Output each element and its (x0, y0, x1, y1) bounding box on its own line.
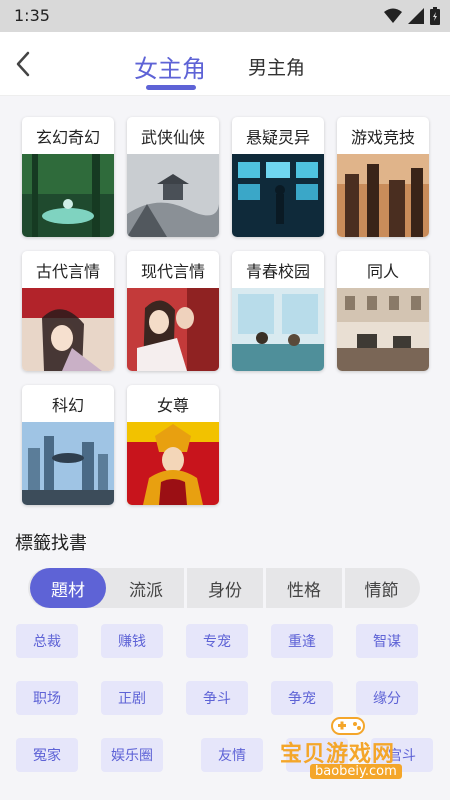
genre-card-label: 玄幻奇幻 (35, 127, 100, 147)
genre-card-label: 古代言情 (35, 261, 100, 281)
genre-card-image (22, 288, 114, 371)
genre-card-wuxia[interactable]: 武侠仙侠 (127, 117, 219, 237)
tag-chip[interactable]: 总裁 (16, 624, 78, 658)
genre-card-scifi[interactable]: 科幻 (22, 385, 114, 505)
genre-card-image (337, 288, 429, 371)
genre-card-image (22, 422, 114, 505)
filter-tab-personality[interactable]: 性格 (266, 568, 342, 608)
genre-card-label: 悬疑灵异 (245, 127, 310, 147)
genre-card-image (232, 154, 324, 237)
filter-tab-plot[interactable]: 情節 (345, 568, 418, 608)
genre-card-label: 科幻 (51, 395, 84, 415)
filter-tab-subject[interactable]: 題材 (30, 568, 106, 608)
status-bar: 1:35 (0, 0, 450, 32)
genre-card-label: 同人 (366, 261, 399, 281)
tag-chip[interactable]: 争宠 (271, 681, 333, 715)
filter-tab-school[interactable]: 流派 (108, 568, 184, 608)
status-icons (384, 7, 440, 25)
active-tab-indicator (146, 85, 196, 90)
genre-card-modern-romance[interactable]: 现代言情 (127, 251, 219, 371)
back-button[interactable] (8, 48, 38, 80)
tag-chip[interactable]: 冤家 (16, 738, 78, 772)
tab-male-lead[interactable]: 男主角 (248, 46, 305, 86)
genre-card-image (127, 288, 219, 371)
genre-card-fantasy[interactable]: 玄幻奇幻 (22, 117, 114, 237)
status-time: 1:35 (14, 6, 50, 25)
genre-card-label: 游戏竞技 (350, 127, 415, 147)
tab-female-lead[interactable]: 女主角 (134, 46, 206, 86)
tag-chip[interactable]: 缘分 (356, 681, 418, 715)
genre-card-label: 武侠仙侠 (140, 127, 205, 147)
genre-card-image (22, 154, 114, 237)
genre-card-image (127, 154, 219, 237)
wifi-icon (384, 8, 402, 23)
genre-card-label: 女尊 (156, 395, 189, 415)
genre-card-image (337, 154, 429, 237)
tag-chip[interactable]: 友情 (201, 738, 263, 772)
genre-card-gaming[interactable]: 游戏竞技 (337, 117, 429, 237)
tag-chip[interactable]: 职场 (16, 681, 78, 715)
genre-card-image (232, 288, 324, 371)
genre-card-matriarchy[interactable]: 女尊 (127, 385, 219, 505)
header: 女主角 男主角 (0, 32, 450, 96)
tag-chip[interactable]: 智谋 (356, 624, 418, 658)
genre-card-label: 青春校园 (245, 261, 310, 281)
genre-card-campus[interactable]: 青春校园 (232, 251, 324, 371)
tag-chip[interactable]: 重逢 (271, 624, 333, 658)
gamepad-icon (331, 717, 365, 735)
genre-card-label: 现代言情 (140, 261, 205, 281)
filter-tab-identity[interactable]: 身份 (187, 568, 263, 608)
section-title-tag-search: 標籤找書 (15, 533, 87, 554)
chevron-left-icon (16, 51, 30, 77)
tag-chip[interactable]: 赚钱 (101, 624, 163, 658)
signal-icon (408, 8, 424, 24)
genre-card-image (127, 422, 219, 505)
genre-card-suspense[interactable]: 悬疑灵异 (232, 117, 324, 237)
watermark: 宝贝游戏网 baobeiy.com (272, 712, 432, 790)
tag-chip[interactable]: 专宠 (186, 624, 248, 658)
genre-card-ancient-romance[interactable]: 古代言情 (22, 251, 114, 371)
tag-chip[interactable]: 正剧 (101, 681, 163, 715)
tag-chip[interactable]: 娱乐圈 (101, 738, 163, 772)
genre-card-fanfic[interactable]: 同人 (337, 251, 429, 371)
tag-chip[interactable]: 争斗 (186, 681, 248, 715)
battery-icon (430, 7, 440, 25)
filter-tab-bar: 題材 流派 身份 性格 情節 (28, 568, 420, 608)
watermark-url: baobeiy.com (310, 764, 402, 779)
